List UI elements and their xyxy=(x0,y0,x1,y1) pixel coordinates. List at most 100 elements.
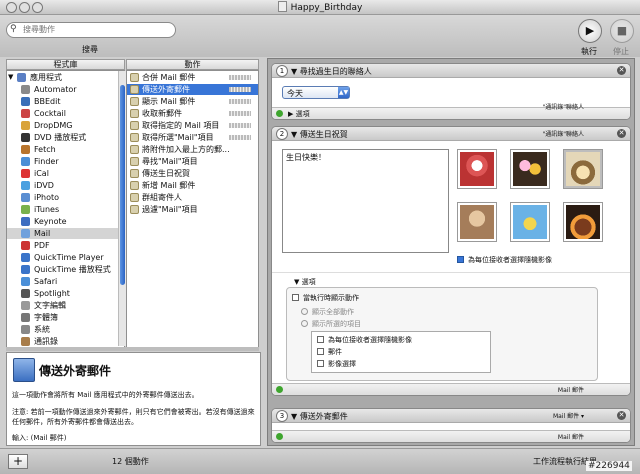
random-image-checkbox[interactable] xyxy=(457,256,464,263)
action-item-icon xyxy=(130,169,139,178)
card-3-title[interactable]: ▼ 傳送外寄郵件 xyxy=(291,411,348,422)
card-2-title[interactable]: ▼ 傳送生日祝賀 xyxy=(291,129,348,140)
library-list[interactable]: ▼ 應用程式 Automator BBEdit Cocktail DropDMG DVD 播… xyxy=(6,70,125,349)
disclosure-triangle-icon[interactable]: ▼ xyxy=(8,72,13,83)
card-3-footer: Mail 郵件 xyxy=(272,430,630,442)
library-item-icon xyxy=(21,145,30,154)
options-box: 當執行時顯示動作 顯示全部動作 顯示所選的項目 為每位接收者選擇隨機影像 郵件 … xyxy=(286,287,598,381)
card-1-title[interactable]: ▼ 尋找過生日的聯絡人 xyxy=(291,66,372,77)
library-item[interactable]: 字體簿 xyxy=(7,312,124,323)
actions-column-header[interactable]: 動作 xyxy=(126,59,259,70)
image-option-2[interactable] xyxy=(510,149,550,189)
card-1-header[interactable]: 1 ▼ 尋找過生日的聯絡人 ✕ xyxy=(272,64,630,78)
description-body-1: 這一項動作會將所有 Mail 應用程式中的外寄郵件傳送出去。 xyxy=(12,391,199,399)
library-item-icon xyxy=(21,133,30,142)
action-item[interactable]: 收取新郵件 xyxy=(127,108,258,119)
library-item-label: 系統 xyxy=(34,325,50,334)
action-item[interactable]: 尋找"Mail"項目 xyxy=(127,156,258,167)
card-1-options-toggle[interactable]: ▶ 選項 xyxy=(288,109,310,119)
sub-item-checkbox-3[interactable] xyxy=(317,360,324,367)
show-when-run-checkbox[interactable] xyxy=(292,294,299,301)
library-item[interactable]: Automator xyxy=(7,84,124,95)
sub-item-checkbox-2[interactable] xyxy=(317,348,324,355)
library-item-icon xyxy=(21,289,30,298)
card-2-close-icon[interactable]: ✕ xyxy=(617,129,626,138)
image-option-1[interactable] xyxy=(457,149,497,189)
card-3-input-tag[interactable]: Mail 郵件 ▾ xyxy=(553,411,584,420)
library-scrollbar[interactable] xyxy=(118,71,126,346)
library-item[interactable]: BBEdit xyxy=(7,96,124,107)
show-all-label: 顯示全部動作 xyxy=(312,308,354,316)
library-item[interactable]: DVD 播放程式 xyxy=(7,132,124,143)
action-item[interactable]: 合併 Mail 郵件 xyxy=(127,72,258,83)
library-item[interactable]: ▼ 應用程式 xyxy=(7,72,124,83)
library-item[interactable]: QuickTime 播放程式 xyxy=(7,264,124,275)
image-option-6[interactable] xyxy=(563,202,603,242)
library-item[interactable]: PDF xyxy=(7,240,124,251)
card-1-close-icon[interactable]: ✕ xyxy=(617,66,626,75)
action-item-icon xyxy=(130,121,139,130)
stop-button[interactable]: ■ xyxy=(610,19,634,43)
library-column-header[interactable]: 程式庫 xyxy=(6,59,125,70)
library-item[interactable]: Spotlight xyxy=(7,288,124,299)
library-item[interactable]: iPhoto xyxy=(7,192,124,203)
library-item[interactable]: Keynote xyxy=(7,216,124,227)
document-icon xyxy=(277,1,287,12)
library-item-label: 文字編輯 xyxy=(34,301,66,310)
action-card-3[interactable]: 3 ▼ 傳送外寄郵件 Mail 郵件 ▾ ✕ Mail 郵件 xyxy=(271,408,631,443)
action-item[interactable]: 取得指定的 Mail 項目 xyxy=(127,120,258,131)
relevance-bar xyxy=(229,135,251,140)
sub-item-label-1: 為每位接收者選擇隨機影像 xyxy=(328,336,412,344)
card-2-number: 2 xyxy=(276,128,288,140)
action-item[interactable]: 取得所選"Mail"項目 xyxy=(127,132,258,143)
show-when-run-label: 當執行時顯示動作 xyxy=(303,294,359,302)
show-all-radio[interactable] xyxy=(301,308,308,315)
action-item[interactable]: 新增 Mail 郵件 xyxy=(127,180,258,191)
action-item[interactable]: 群組寄件人 xyxy=(127,192,258,203)
action-item[interactable]: 傳送生日祝賀 xyxy=(127,168,258,179)
show-selected-radio[interactable] xyxy=(301,320,308,327)
action-card-1[interactable]: 1 ▼ 尋找過生日的聯絡人 ✕ 今天 ▲▼ ▶ 選項 "通訊錄"聯絡人 xyxy=(271,63,631,120)
library-scroll-thumb[interactable] xyxy=(120,85,125,285)
action-item[interactable]: 過濾"Mail"項目 xyxy=(127,204,258,215)
library-item[interactable]: Fetch xyxy=(7,144,124,155)
image-option-3[interactable] xyxy=(563,149,603,189)
watermark-label: #226944 xyxy=(586,461,632,471)
pane-splitter[interactable] xyxy=(6,347,259,351)
library-item[interactable]: 通訊錄 xyxy=(7,336,124,347)
search-input[interactable] xyxy=(23,24,168,35)
message-textarea[interactable]: 生日快樂！ xyxy=(282,149,449,253)
workflow-area[interactable]: 1 ▼ 尋找過生日的聯絡人 ✕ 今天 ▲▼ ▶ 選項 "通訊錄"聯絡人 2 ▼ … xyxy=(267,58,635,446)
card-1-title-text: 尋找過生日的聯絡人 xyxy=(299,67,372,76)
library-item[interactable]: Mail xyxy=(7,228,124,239)
library-item[interactable]: QuickTime Player xyxy=(7,252,124,263)
date-select[interactable]: 今天 ▲▼ xyxy=(282,86,350,99)
library-item[interactable]: iDVD xyxy=(7,180,124,191)
library-item[interactable]: Safari xyxy=(7,276,124,287)
library-item[interactable]: Finder xyxy=(7,156,124,167)
action-item[interactable]: 顯示 Mail 郵件 xyxy=(127,96,258,107)
selected-items-list[interactable]: 為每位接收者選擇隨機影像 郵件 影像選擇 xyxy=(311,331,491,373)
action-card-2[interactable]: 2 ▼ 傳送生日祝賀 "通訊錄"聯絡人 ✕ 生日快樂！ 為每位接收者選擇隨機影像… xyxy=(271,126,631,396)
image-option-4[interactable] xyxy=(457,202,497,242)
library-item[interactable]: 文字編輯 xyxy=(7,300,124,311)
library-item[interactable]: iCal xyxy=(7,168,124,179)
library-item-icon xyxy=(21,205,30,214)
action-item[interactable]: 傳送外寄郵件 xyxy=(127,84,258,95)
actions-list[interactable]: 合併 Mail 郵件 傳送外寄郵件 顯示 Mail 郵件 收取新郵件取得指定的 Mai… xyxy=(126,70,259,349)
library-item[interactable]: DropDMG xyxy=(7,120,124,131)
image-option-5[interactable] xyxy=(510,202,550,242)
action-item[interactable]: 將附件加入最上方的郵... xyxy=(127,144,258,155)
action-item-label: 取得指定的 Mail 項目 xyxy=(142,121,220,130)
add-button[interactable]: + xyxy=(8,454,28,469)
card-2-options-toggle[interactable]: ▼ 選項 xyxy=(294,277,316,287)
library-item[interactable]: 系統 xyxy=(7,324,124,335)
card-2-header[interactable]: 2 ▼ 傳送生日祝賀 "通訊錄"聯絡人 ✕ xyxy=(272,127,630,141)
card-3-header[interactable]: 3 ▼ 傳送外寄郵件 Mail 郵件 ▾ ✕ xyxy=(272,409,630,423)
library-item[interactable]: iTunes xyxy=(7,204,124,215)
card-3-close-icon[interactable]: ✕ xyxy=(617,411,626,420)
library-item[interactable]: Cocktail xyxy=(7,108,124,119)
search-field[interactable]: ⚲ xyxy=(6,22,176,38)
run-button[interactable]: ▶ xyxy=(578,19,602,43)
sub-item-checkbox-1[interactable] xyxy=(317,336,324,343)
